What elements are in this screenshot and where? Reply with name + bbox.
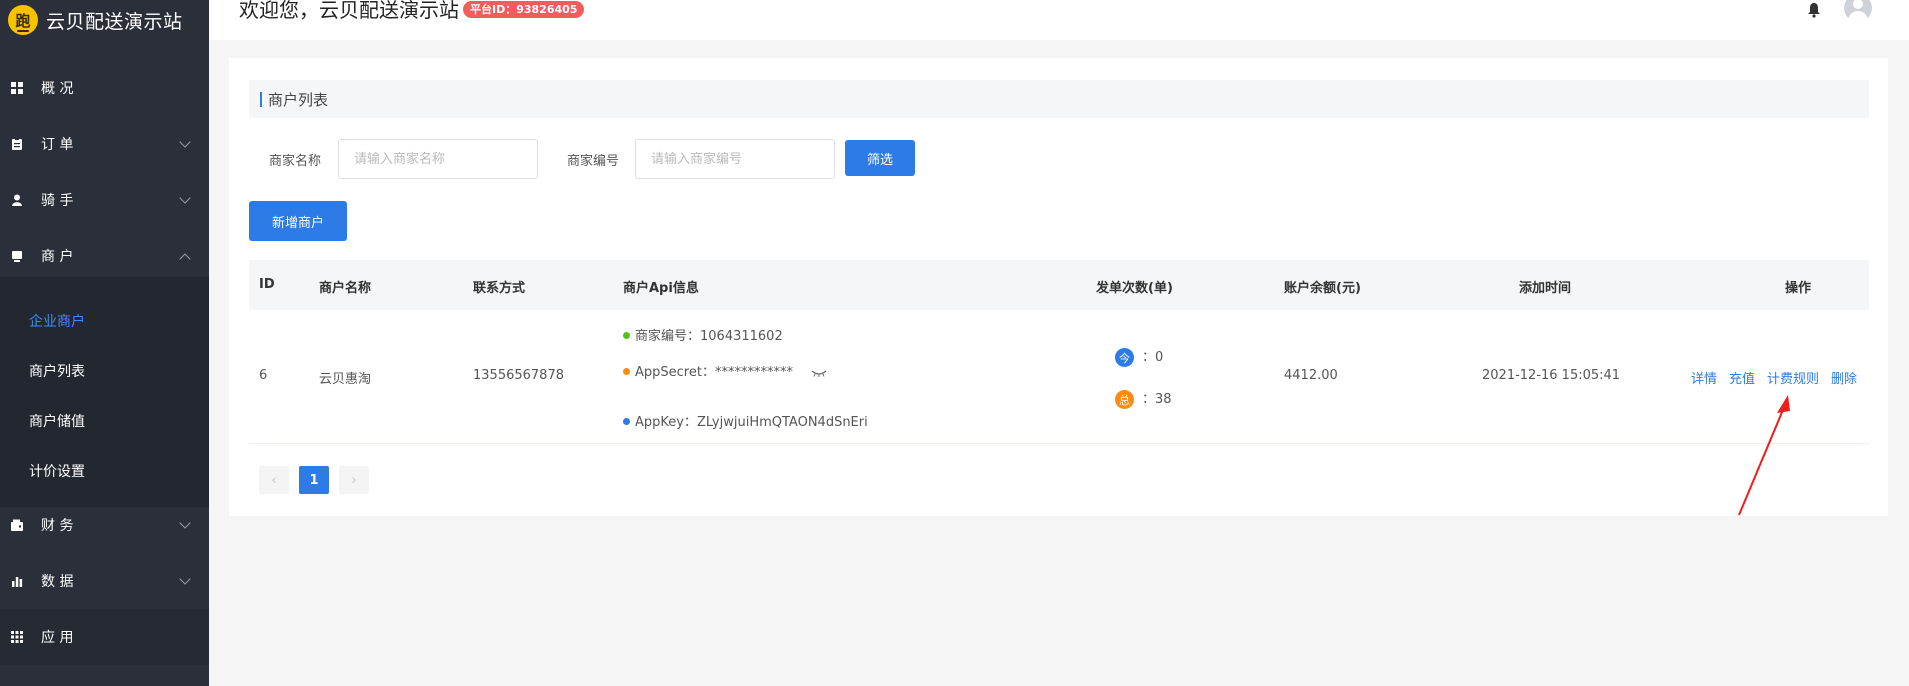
eye-closed-icon[interactable] bbox=[811, 369, 827, 377]
sidebar-item-orders[interactable]: 订 单 bbox=[0, 116, 209, 172]
cell-id: 6 bbox=[259, 368, 268, 383]
top-header: 欢迎您，云贝配送演示站 平台ID：93826405 bbox=[209, 0, 1909, 40]
sidebar-item-label: 应 用 bbox=[41, 630, 74, 646]
sidebar-item-label: 骑 手 bbox=[41, 193, 74, 209]
brand[interactable]: 跑 云贝配送演示站 bbox=[0, 0, 209, 40]
cell-contact: 13556567878 bbox=[473, 368, 564, 383]
column-header-actions: 操作 bbox=[1785, 281, 1812, 296]
blue-dot-icon bbox=[623, 418, 630, 425]
sidebar-item-label: 财 务 bbox=[41, 518, 74, 534]
chevron-down-icon bbox=[179, 136, 191, 148]
api-secret-line: AppSecret：************ bbox=[623, 361, 827, 380]
api-secret: AppSecret：************ bbox=[635, 365, 793, 380]
sidebar-item-apps[interactable]: 应 用 bbox=[0, 609, 209, 665]
cell-balance: 4412.00 bbox=[1284, 368, 1338, 383]
column-header-contact: 联系方式 bbox=[473, 281, 526, 296]
today-count: ：0 bbox=[1142, 350, 1164, 365]
sidebar-subitem-label: 商户列表 bbox=[29, 364, 85, 380]
pagination-prev[interactable]: ‹ bbox=[259, 466, 289, 494]
cell-name: 云贝惠淘 bbox=[319, 372, 372, 387]
brand-title: 云贝配送演示站 bbox=[46, 10, 183, 33]
sidebar-item-finance[interactable]: 财 务 bbox=[0, 497, 209, 553]
brand-logo-glyph: 跑 bbox=[15, 11, 31, 30]
cell-added-time: 2021-12-16 15:05:41 bbox=[1482, 368, 1621, 383]
chevron-up-icon bbox=[179, 253, 191, 265]
column-header-name: 商户名称 bbox=[319, 281, 372, 296]
chevron-down-icon bbox=[179, 573, 191, 585]
pagination-next[interactable]: › bbox=[339, 466, 369, 494]
api-key: AppKey：ZLyjwjuiHmQTAON4dSnEri bbox=[635, 415, 868, 430]
bar-chart-icon bbox=[12, 577, 23, 587]
annotation-arrow-icon bbox=[1738, 395, 1790, 516]
sidebar-subitem-pricing[interactable]: 计价设置 bbox=[0, 446, 209, 496]
sidebar-item-merchants[interactable]: 商 户 bbox=[0, 228, 209, 284]
wallet-icon bbox=[11, 519, 23, 531]
table-header: ID 商户名称 联系方式 商户Api信息 发单次数(单) 账户余额(元) 添加时… bbox=[249, 260, 1869, 310]
today-badge-icon: 今 bbox=[1115, 348, 1134, 367]
sidebar-subitem-label: 企业商户 bbox=[29, 314, 85, 330]
sidebar-item-label: 数 据 bbox=[41, 574, 74, 590]
merchant-code-label: 商家编号 bbox=[567, 154, 620, 169]
sidebar-item-label: 订 单 bbox=[41, 137, 74, 153]
today-orders: 今 ：0 bbox=[1115, 346, 1163, 367]
column-header-order-count: 发单次数(单) bbox=[1096, 281, 1173, 296]
green-dot-icon bbox=[623, 332, 630, 339]
user-icon bbox=[12, 194, 22, 206]
table-row: 6 云贝惠淘 13556567878 商家编号：1064311602 AppSe… bbox=[249, 310, 1869, 444]
grid-icon bbox=[11, 82, 23, 94]
add-merchant-button[interactable]: 新增商户 bbox=[249, 201, 347, 241]
column-header-added-time: 添加时间 bbox=[1519, 281, 1572, 296]
sidebar: 跑 云贝配送演示站 概 况 订 单 骑 手 商 户 企业商户 商户列表 商户储值… bbox=[0, 0, 209, 686]
api-code-line: 商家编号：1064311602 bbox=[623, 325, 783, 344]
store-icon bbox=[12, 251, 22, 262]
avatar[interactable] bbox=[1844, 0, 1872, 22]
clipboard-icon bbox=[12, 138, 22, 150]
merchant-code-input[interactable] bbox=[635, 139, 835, 179]
sidebar-item-label: 商 户 bbox=[41, 249, 74, 265]
delete-link[interactable]: 删除 bbox=[1831, 372, 1857, 387]
sidebar-item-overview[interactable]: 概 况 bbox=[0, 60, 209, 116]
bell-icon[interactable] bbox=[1807, 2, 1821, 18]
api-key-line: AppKey：ZLyjwjuiHmQTAON4dSnEri bbox=[623, 411, 868, 430]
merchant-name-input[interactable] bbox=[338, 139, 538, 179]
platform-id-badge: 平台ID：93826405 bbox=[463, 1, 585, 18]
filter-button[interactable]: 筛选 bbox=[845, 140, 915, 176]
total-count: ：38 bbox=[1142, 392, 1172, 407]
merchant-name-label: 商家名称 bbox=[269, 154, 322, 169]
chevron-down-icon bbox=[179, 517, 191, 529]
api-merchant-code: 商家编号：1064311602 bbox=[635, 329, 783, 344]
chevron-down-icon bbox=[179, 192, 191, 204]
total-orders: 总 ：38 bbox=[1115, 388, 1172, 409]
pagination-page-1[interactable]: 1 bbox=[299, 466, 329, 494]
section-title: 商户列表 bbox=[249, 80, 1869, 118]
column-header-id: ID bbox=[259, 277, 275, 292]
sidebar-item-data[interactable]: 数 据 bbox=[0, 553, 209, 609]
merchant-list-card: 商户列表 商家名称 商家编号 筛选 新增商户 ID 商户名称 联系方式 商户Ap… bbox=[229, 58, 1888, 516]
sidebar-subitem-merchant-deposit[interactable]: 商户储值 bbox=[0, 396, 209, 446]
details-link[interactable]: 详情 bbox=[1691, 372, 1717, 387]
apps-grid-icon bbox=[11, 631, 23, 643]
welcome-text: 欢迎您，云贝配送演示站 bbox=[239, 0, 459, 22]
column-header-api: 商户Api信息 bbox=[623, 281, 699, 296]
brand-logo-icon: 跑 bbox=[8, 5, 38, 35]
total-badge-icon: 总 bbox=[1115, 390, 1134, 409]
sidebar-subitem-merchant-list[interactable]: 商户列表 bbox=[0, 346, 209, 396]
sidebar-subitem-label: 计价设置 bbox=[29, 464, 85, 480]
orange-dot-icon bbox=[623, 368, 630, 375]
sidebar-subitem-label: 商户储值 bbox=[29, 414, 85, 430]
sidebar-item-riders[interactable]: 骑 手 bbox=[0, 172, 209, 228]
section-title-text: 商户列表 bbox=[268, 90, 329, 109]
sidebar-item-label: 概 况 bbox=[41, 81, 74, 97]
column-header-balance: 账户余额(元) bbox=[1284, 281, 1361, 296]
sidebar-subitem-enterprise[interactable]: 企业商户 bbox=[0, 296, 209, 346]
